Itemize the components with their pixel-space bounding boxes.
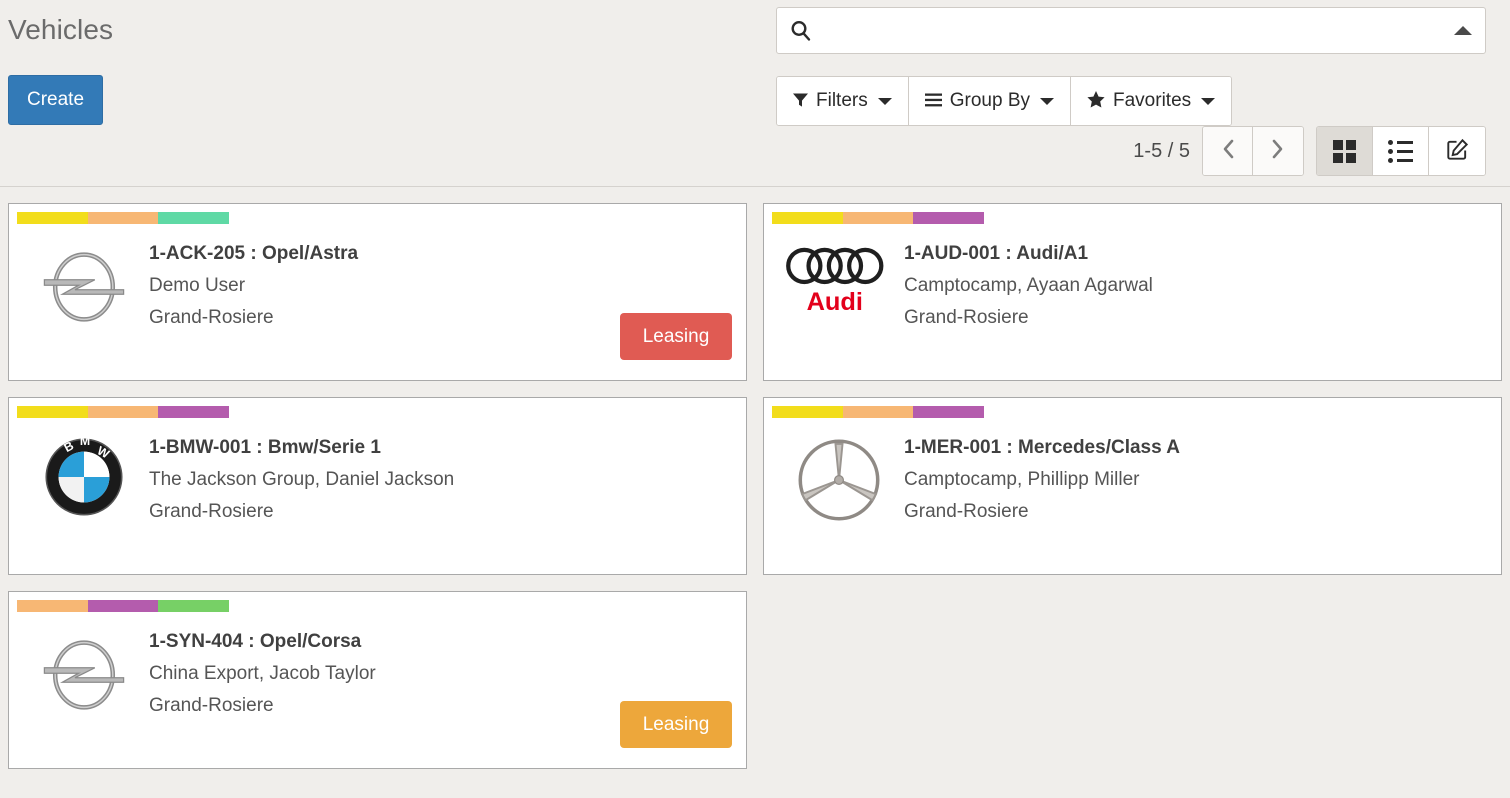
card-driver: China Export, Jacob Taylor [149,663,376,684]
list-icon [1388,139,1413,163]
filters-button[interactable]: Filters [777,77,909,125]
stripe-segment [913,212,985,224]
stripe-segment [87,406,159,418]
audi-logo: Audi [786,247,884,316]
stripe-segment [772,406,843,418]
list-view-button[interactable] [1373,127,1429,175]
kanban-board: 1-ACK-205 : Opel/Astra Demo User Grand-R… [0,187,1510,798]
pager-buttons [1202,126,1304,176]
filter-button-group: Filters Group By Favorites [776,76,1233,126]
card-driver: Camptocamp, Phillipp Miller [904,469,1140,490]
kanban-card[interactable]: 1-SYN-404 : Opel/Corsa China Export, Jac… [8,591,747,769]
card-driver: Camptocamp, Ayaan Agarwal [904,275,1153,296]
form-view-button[interactable] [1429,127,1485,175]
card-title: 1-MER-001 : Mercedes/Class A [904,437,1180,458]
svg-text:M: M [80,436,90,448]
kanban-card[interactable]: 1-MER-001 : Mercedes/Class A Camptocamp,… [763,397,1502,575]
card-location: Grand-Rosiere [149,501,274,522]
group-by-button[interactable]: Group By [908,77,1071,125]
card-title: 1-ACK-205 : Opel/Astra [149,243,359,264]
vehicle-logo: B M W [19,426,149,568]
star-icon [1087,91,1105,111]
card-driver: The Jackson Group, Daniel Jackson [149,469,455,490]
kanban-view-button[interactable] [1317,127,1373,175]
chevron-down-icon [1201,97,1216,105]
stripe-segment [17,212,88,224]
kanban-card[interactable]: Audi 1-AUD-001 : Audi/A1 Camptocamp, Aya… [763,203,1502,381]
stripe-segment [158,600,230,612]
svg-text:Audi: Audi [807,288,863,316]
stripe-segment [913,406,985,418]
pencil-square-icon [1446,138,1469,164]
stripe-segment [842,212,914,224]
chevron-down-icon [1040,97,1054,105]
pager-count: 1-5 / 5 [1133,139,1190,162]
search-toggle-button[interactable] [1441,8,1485,53]
stripe-segment [87,212,159,224]
kanban-column-left: 1-ACK-205 : Opel/Astra Demo User Grand-R… [8,203,755,785]
grid-icon [1333,139,1356,163]
tag-stripes [17,406,230,418]
tag-stripes [17,212,230,224]
stripe-segment [87,600,159,612]
stripe-segment [17,600,88,612]
mercedes-logo [798,439,880,521]
opel-logo [43,252,125,322]
favorites-button[interactable]: Favorites [1071,77,1232,125]
pager-and-view-switcher: 1-5 / 5 [1133,126,1486,176]
hamburger-icon [924,93,942,110]
search-icon [789,19,813,43]
tag-stripes [772,406,985,418]
favorites-label: Favorites [1113,90,1192,111]
card-location: Grand-Rosiere [904,501,1029,522]
stripe-segment [158,406,230,418]
chevron-right-icon [1271,138,1285,165]
chevron-down-icon [877,97,892,105]
stripe-segment [772,212,843,224]
status-badge[interactable]: Leasing [620,701,732,748]
page-title: Vehicles [8,14,114,45]
card-title: 1-AUD-001 : Audi/A1 [904,243,1089,264]
tag-stripes [772,212,985,224]
search-input[interactable] [823,20,1441,41]
kanban-card[interactable]: B M W 1-BMW-001 : Bmw/Serie 1 The Jackso… [8,397,747,575]
kanban-column-right: Audi 1-AUD-001 : Audi/A1 Camptocamp, Aya… [755,203,1502,785]
stripe-segment [842,406,914,418]
chevron-left-icon [1221,138,1235,165]
card-title: 1-SYN-404 : Opel/Corsa [149,631,362,652]
create-button[interactable]: Create [8,75,104,125]
kanban-card[interactable]: 1-ACK-205 : Opel/Astra Demo User Grand-R… [8,203,747,381]
vehicle-logo [19,232,149,374]
previous-page-button[interactable] [1203,127,1253,175]
stripe-segment [158,212,230,224]
status-badge[interactable]: Leasing [620,313,732,360]
control-panel: Vehicles Create Filters Group By Favorit… [0,0,1510,187]
stripe-segment [17,406,88,418]
vehicle-logo [19,620,149,762]
funnel-icon [793,92,808,111]
view-switcher [1316,126,1486,176]
search-bar[interactable] [776,7,1486,54]
vehicle-logo: Audi [774,232,904,374]
caret-up-icon [1454,26,1472,35]
card-location: Grand-Rosiere [904,307,1029,328]
bmw-logo: B M W [45,436,123,516]
card-title: 1-BMW-001 : Bmw/Serie 1 [149,437,381,458]
next-page-button[interactable] [1253,127,1303,175]
vehicle-logo [774,426,904,568]
tag-stripes [17,600,230,612]
group-by-label: Group By [949,90,1030,111]
filters-label: Filters [816,90,868,111]
card-driver: Demo User [149,275,246,296]
opel-logo [43,640,125,710]
